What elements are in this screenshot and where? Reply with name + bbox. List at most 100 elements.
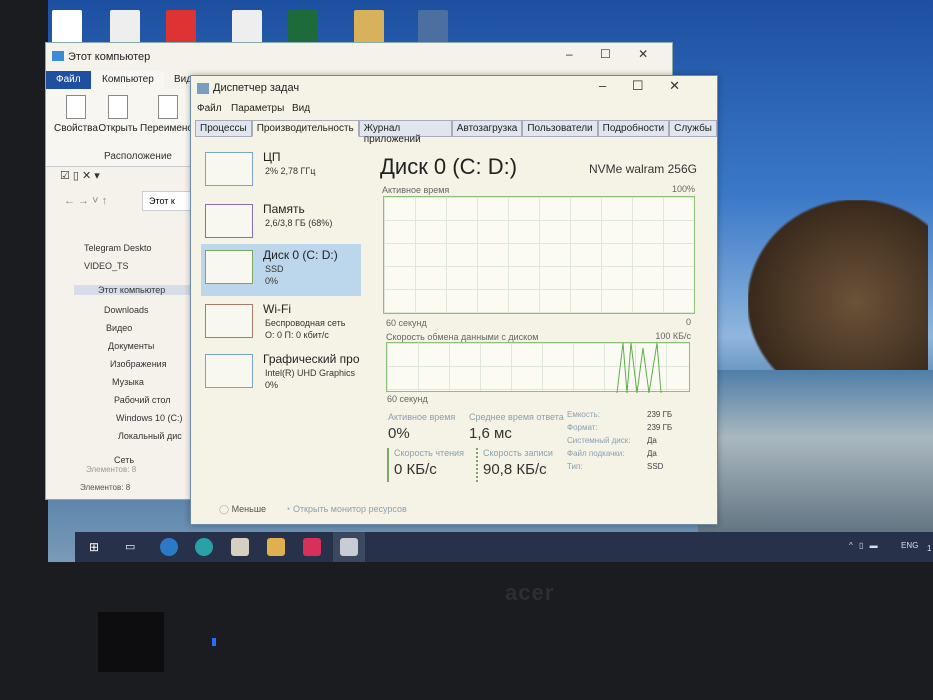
- sidebar-item-memory[interactable]: Память 2,6/3,8 ГБ (68%): [201, 198, 361, 250]
- edge-icon[interactable]: [195, 538, 213, 556]
- nav-item[interactable]: Изображения: [110, 359, 167, 369]
- resource-monitor-link[interactable]: ◔ Открыть монитор ресурсов: [285, 504, 407, 514]
- chart1-label: Активное время: [382, 185, 450, 195]
- store-icon[interactable]: [231, 538, 249, 556]
- chart1-max: 100%: [671, 184, 695, 194]
- write-indicator: [476, 448, 478, 482]
- sidebar-item-wifi[interactable]: Wi-Fi Беспроводная сеть О: 0 П: 0 кбит/с: [201, 298, 361, 350]
- property-row: Файл подкачки: Да: [567, 449, 677, 462]
- hinge: [98, 612, 164, 672]
- property-key: Формат:: [567, 423, 598, 432]
- nav-item[interactable]: Downloads: [104, 305, 149, 315]
- chart1-time: 60 секунд: [386, 318, 427, 328]
- start-button[interactable]: ⊞: [89, 540, 99, 554]
- active-time-chart: [383, 196, 695, 314]
- chevron-up-icon: ◯: [219, 504, 232, 514]
- property-value: Да: [647, 449, 657, 458]
- property-key: Емкость:: [567, 410, 600, 419]
- open-label: Открыть: [98, 123, 138, 134]
- save-file-icon[interactable]: [418, 10, 448, 44]
- excel-file-icon[interactable]: [288, 10, 318, 44]
- open-button[interactable]: Открыть: [94, 95, 142, 134]
- response-label: Среднее время ответа: [469, 412, 564, 422]
- menu-view[interactable]: Вид: [292, 103, 310, 114]
- youtube-icon[interactable]: [303, 538, 321, 556]
- tab-users[interactable]: Пользователи: [522, 120, 598, 137]
- window-controls[interactable]: – ☐ ✕: [566, 47, 648, 61]
- nav-item[interactable]: Сеть: [114, 455, 134, 465]
- property-value: 239 ГБ: [647, 423, 673, 432]
- tab-processes[interactable]: Процессы: [195, 120, 252, 137]
- quick-access-toolbar[interactable]: ☑ ▯ ✕ ▾: [60, 169, 100, 182]
- chart2-max: 100 КБ/с: [655, 331, 691, 341]
- read-indicator: [387, 448, 389, 482]
- property-row: Формат: 239 ГБ: [567, 423, 677, 436]
- detail: 0%: [265, 380, 279, 390]
- fewer-details-button[interactable]: ◯ Меньше: [219, 504, 266, 515]
- nav-arrows[interactable]: ← → ˅ ↑: [64, 195, 107, 207]
- task-manager-icon: [340, 538, 358, 556]
- file-explorer-icon[interactable]: [267, 538, 285, 556]
- menu-options[interactable]: Параметры: [231, 103, 284, 114]
- menu-file[interactable]: Файл: [197, 103, 222, 114]
- detail: SSD: [265, 264, 284, 274]
- nav-item[interactable]: Telegram Deskto: [84, 243, 152, 253]
- active-time-label: Активное время: [388, 412, 456, 422]
- tab-details[interactable]: Подробности: [597, 120, 670, 137]
- write-value: 90,8 КБ/с: [483, 461, 547, 478]
- clock[interactable]: 1: [927, 544, 931, 553]
- transfer-rate-chart: [386, 342, 690, 394]
- chart2-time: 60 секунд: [387, 394, 428, 404]
- nav-item[interactable]: VIDEO_TS: [84, 261, 129, 271]
- property-value: Да: [647, 436, 657, 445]
- document-icon[interactable]: [232, 10, 262, 44]
- ribbon-tab-computer[interactable]: Компьютер: [92, 71, 164, 89]
- nav-item[interactable]: Музыка: [112, 377, 144, 387]
- tab-startup[interactable]: Автозагрузка: [451, 120, 523, 137]
- properties-button[interactable]: Свойства: [52, 95, 100, 134]
- property-key: Тип:: [567, 462, 583, 471]
- nav-item[interactable]: Локальный дис: [118, 431, 182, 441]
- ribbon-group-label: Расположение: [104, 151, 172, 162]
- tab-app-history[interactable]: Журнал приложений: [358, 120, 452, 145]
- nav-item[interactable]: Документы: [108, 341, 154, 351]
- task-manager-icon: [197, 83, 209, 94]
- sidebar-item-disk[interactable]: Диск 0 (C: D:) SSD 0%: [201, 244, 361, 296]
- folder-icon[interactable]: [354, 10, 384, 44]
- resource-monitor-label: Открыть монитор ресурсов: [292, 504, 407, 514]
- blank-file-icon[interactable]: [110, 10, 140, 44]
- ribbon-tab-file[interactable]: Файл: [46, 71, 91, 89]
- sidebar-item-gpu[interactable]: Графический про Intel(R) UHD Graphics 0%: [201, 348, 361, 400]
- language-indicator[interactable]: ENG: [901, 541, 918, 550]
- task-manager-title: Диспетчер задач: [213, 82, 300, 94]
- response-value: 1,6 мс: [469, 425, 512, 442]
- gpu-thumbnail: [205, 354, 253, 388]
- tab-performance[interactable]: Производительность: [251, 120, 359, 137]
- nav-item[interactable]: Windows 10 (C:): [116, 413, 183, 423]
- disk-thumbnail: [205, 250, 253, 284]
- system-tray[interactable]: ^ ▯ ▬: [849, 541, 878, 550]
- facebook-icon[interactable]: [160, 538, 178, 556]
- acer-logo: acer: [505, 580, 555, 605]
- property-value: 239 ГБ: [647, 410, 673, 419]
- property-value: SSD: [647, 462, 664, 471]
- tab-services[interactable]: Службы: [669, 120, 717, 137]
- nav-item[interactable]: Рабочий стол: [114, 395, 171, 405]
- task-manager-window: Диспетчер задач – ☐ ✕ Файл Параметры Вид…: [190, 75, 718, 525]
- nav-item-this-pc[interactable]: Этот компьютер: [74, 285, 194, 295]
- youtube-icon[interactable]: [166, 10, 196, 44]
- active-time-value: 0%: [388, 425, 410, 442]
- excel-file-icon[interactable]: [52, 10, 82, 44]
- status-items: Элементов: 8: [86, 465, 137, 474]
- wifi-thumbnail: [205, 304, 253, 338]
- task-view-icon[interactable]: ▭: [125, 540, 135, 553]
- sidebar-item-cpu[interactable]: ЦП 2% 2,78 ГГц: [201, 146, 361, 198]
- status-items-bottom: Элементов: 8: [80, 483, 131, 492]
- task-manager-taskbar-button[interactable]: [333, 532, 365, 562]
- detail: 2,6/3,8 ГБ (68%): [265, 218, 333, 228]
- rename-button[interactable]: Переименов: [140, 95, 198, 134]
- nav-item[interactable]: Видео: [106, 323, 132, 333]
- detail: Беспроводная сеть: [265, 318, 346, 328]
- window-controls[interactable]: – ☐ ✕: [599, 78, 680, 94]
- resource-monitor-icon: ◔: [285, 504, 293, 514]
